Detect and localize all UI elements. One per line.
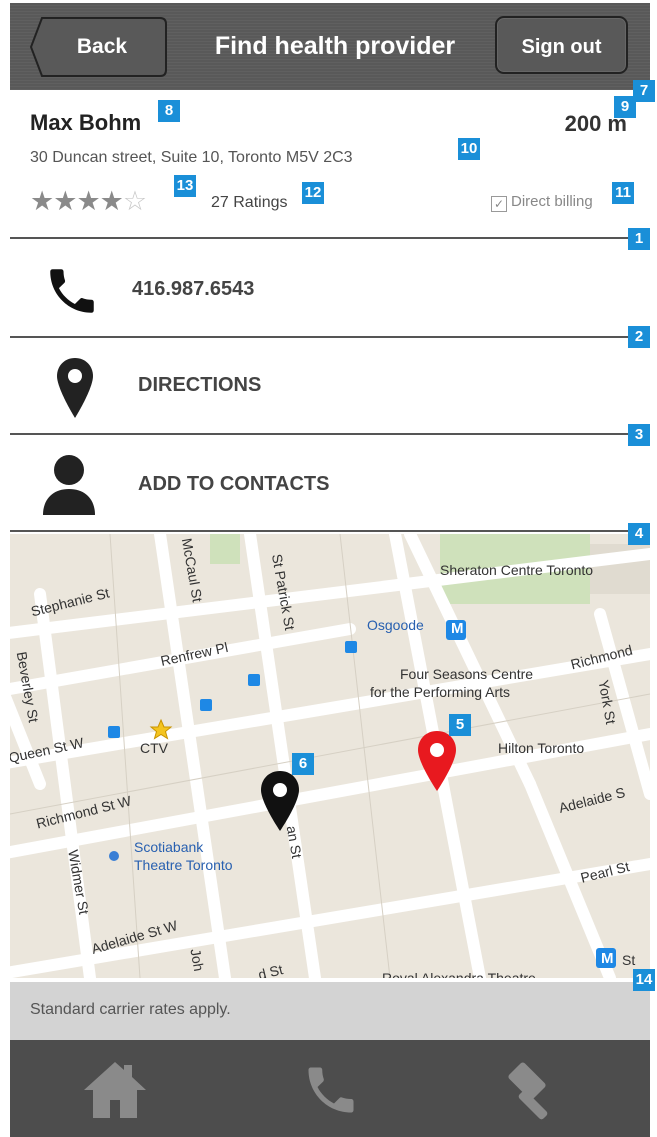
annotation-badge: 14: [633, 969, 655, 991]
place-label: Four Seasons Centre: [400, 666, 534, 682]
divider: [10, 530, 634, 532]
directions-label: DIRECTIONS: [138, 374, 262, 396]
home-icon[interactable]: [82, 1060, 148, 1125]
metro-icon: M: [451, 620, 464, 637]
add-contact-row[interactable]: ADD TO CONTACTS: [10, 435, 650, 531]
annotation-badge: 1: [628, 228, 650, 250]
annotation-badge: 7: [633, 80, 655, 102]
annotation-badge: 9: [614, 96, 636, 118]
direct-billing-indicator: ✓ Direct billing: [491, 193, 593, 212]
annotation-badge: 2: [628, 326, 650, 348]
station-label: Osgoode: [367, 617, 424, 633]
metro-icon: M: [601, 950, 614, 967]
place-label: Royal Alexandra Theatre: [382, 970, 536, 978]
annotation-badge: 11: [612, 182, 634, 204]
carrier-notice: Standard carrier rates apply.: [30, 1001, 231, 1018]
annotation-badge: 3: [628, 424, 650, 446]
provider-address: 30 Duncan street, Suite 10, Toronto M5V …: [30, 149, 353, 166]
bottom-nav: [10, 1040, 650, 1137]
carrier-notice-bar: Standard carrier rates apply.: [10, 982, 650, 1040]
phone-number: 416.987.6543: [132, 278, 255, 300]
place-label: CTV: [140, 740, 168, 756]
star-filled-icon: ★: [30, 186, 54, 216]
call-row[interactable]: 416.987.6543: [10, 240, 650, 336]
divider: [10, 237, 634, 239]
annotation-badge: 13: [174, 175, 196, 197]
back-button[interactable]: Back: [30, 17, 167, 77]
phone-icon: [40, 262, 104, 325]
annotation-badge: 4: [628, 523, 650, 545]
map-pin-icon: [54, 356, 96, 425]
star-filled-icon: ★: [53, 186, 77, 216]
star-filled-icon: ★: [99, 186, 124, 216]
map-view[interactable]: Stephanie St McCaul St St Patrick St She…: [10, 534, 650, 978]
annotation-badge: 8: [158, 100, 180, 122]
phone-icon[interactable]: [300, 1060, 362, 1125]
star-empty-icon: ☆: [122, 186, 147, 216]
page-title: Find health provider: [214, 32, 456, 60]
star-filled-icon: ★: [76, 186, 100, 216]
gavel-icon[interactable]: [498, 1060, 560, 1125]
directions-row[interactable]: DIRECTIONS: [10, 338, 650, 434]
ratings-count[interactable]: 27 Ratings: [211, 194, 288, 212]
back-button-label: Back: [76, 35, 128, 58]
person-icon: [40, 453, 98, 522]
direct-billing-label: Direct billing: [511, 193, 593, 210]
provider-name: Max Bohm: [30, 110, 142, 135]
place-label: Scotiabank: [134, 839, 204, 855]
annotation-badge: 6: [292, 753, 314, 775]
annotation-badge: 5: [449, 714, 471, 736]
place-label: Sheraton Centre Toronto: [440, 562, 594, 578]
add-to-contacts-label: ADD TO CONTACTS: [138, 473, 330, 495]
sign-out-button[interactable]: Sign out: [495, 16, 628, 74]
app-header: Back Find health provider Sign out: [10, 3, 650, 90]
checkbox-icon: ✓: [491, 196, 507, 212]
place-label: for the Performing Arts: [370, 684, 511, 700]
place-label: Theatre Toronto: [134, 857, 233, 873]
annotation-badge: 12: [302, 182, 324, 204]
star-rating[interactable]: ★★★★☆: [30, 186, 147, 216]
annotation-badge: 10: [458, 138, 480, 160]
place-label: Hilton Toronto: [498, 740, 585, 756]
street-label: St: [622, 952, 636, 968]
